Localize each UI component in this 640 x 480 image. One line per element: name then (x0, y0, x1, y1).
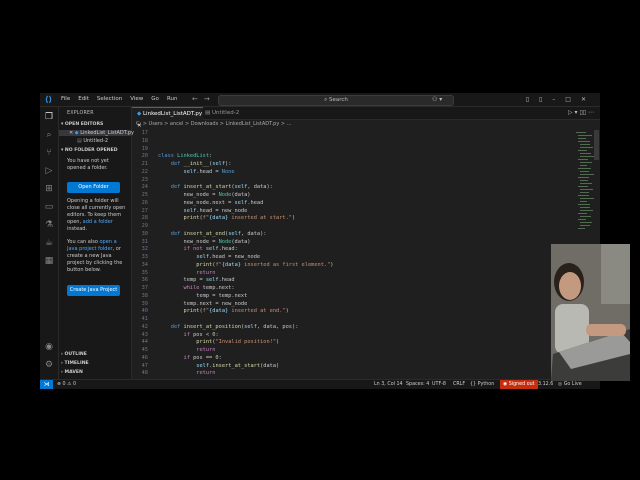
tab-linkedlist[interactable]: ◆ LinkedList_ListADT.py ✕ (132, 107, 203, 129)
java-projects-icon[interactable]: ☕ (43, 237, 55, 249)
activity-bar: ❐ ⌕ ⑂ ▷ ⊞ ▭ ⚗ ☕ ▦ ◉ ⚙ (40, 107, 59, 379)
python-version[interactable]: 3.12.6 (538, 380, 553, 389)
vscode-window: ⟨⟩ File Edit Selection View Go Run ←→ ⌕ … (40, 93, 600, 389)
back-arrow-icon[interactable]: ← (192, 95, 204, 103)
forward-arrow-icon[interactable]: → (204, 95, 216, 103)
code-editor[interactable]: 17 18 19 20 class LinkedList: 21 def __in… (132, 130, 578, 379)
explorer-icon[interactable]: ❐ (43, 111, 55, 123)
add-folder-link[interactable]: add a folder (83, 219, 113, 225)
remote-indicator-icon[interactable]: ⋊ (40, 380, 53, 389)
nav-arrows: ←→ (192, 93, 216, 106)
language-mode[interactable]: {} Python (470, 380, 494, 389)
copilot-icon[interactable]: ⚇ ▾ (432, 93, 442, 106)
indentation[interactable]: Spaces: 4 (406, 380, 429, 389)
charts-icon[interactable]: ▦ (43, 255, 55, 267)
signed-out-badge[interactable]: ◉ Signed out (500, 380, 538, 389)
java-hint: You can also open a Java project folder,… (67, 239, 123, 273)
layout-icon[interactable]: ▯▯ (526, 96, 553, 103)
maven-section[interactable]: › MAVEN (61, 370, 83, 375)
minimap[interactable] (576, 130, 594, 250)
search-view-icon[interactable]: ⌕ (43, 129, 55, 141)
window-controls: ▯▯–□✕ (526, 93, 596, 106)
webcam-overlay (551, 244, 630, 381)
webcam-person-image (551, 244, 630, 381)
menu-go[interactable]: Go (147, 93, 163, 106)
editor-scrollbar[interactable] (594, 130, 599, 160)
line-endings[interactable]: CRLF (453, 380, 465, 389)
status-bar: ⋊ ⊗ 0 ⚠ 0 Ln 3, Col 14 Spaces: 4 UTF-8 C… (40, 379, 600, 389)
cursor-position[interactable]: Ln 3, Col 14 (374, 380, 403, 389)
menu-selection[interactable]: Selection (93, 93, 126, 106)
account-icon[interactable]: ◉ (43, 341, 55, 353)
folder-hint: Opening a folder will close all currentl… (67, 198, 126, 232)
vscode-logo-icon: ⟨⟩ (44, 95, 53, 104)
timeline-section[interactable]: › TIMELINE (61, 361, 89, 366)
command-center-search[interactable]: ⌕ Search (218, 95, 454, 106)
no-folder-message: You have not yet opened a folder. (67, 158, 109, 171)
explorer-sidebar: EXPLORER ▾ OPEN EDITORS ✕ ◆ LinkedList_L… (59, 107, 134, 379)
go-live-button[interactable]: ◎ Go Live (558, 380, 582, 389)
title-bar: ⟨⟩ File Edit Selection View Go Run ←→ ⌕ … (40, 93, 600, 107)
problems-indicator[interactable]: ⊗ 0 ⚠ 0 (57, 380, 76, 389)
extensions-icon[interactable]: ⊞ (43, 183, 55, 195)
open-editors-section[interactable]: ▾ OPEN EDITORS (61, 122, 103, 127)
testing-icon[interactable]: ⚗ (43, 219, 55, 231)
split-editor-icon[interactable]: ▯▯ (579, 109, 586, 116)
menu-view[interactable]: View (126, 93, 147, 106)
editor-actions: ▷ ▾ ▯▯ ⋯ (568, 107, 594, 119)
menu-bar: File Edit Selection View Go Run (57, 93, 181, 106)
run-file-icon[interactable]: ▷ ▾ (568, 109, 578, 116)
editor-tabs: ◆ LinkedList_ListADT.py ✕ ▤ Untitled-2 ▷… (132, 107, 600, 129)
file-encoding[interactable]: UTF-8 (432, 380, 446, 389)
more-actions-icon[interactable]: ⋯ (588, 109, 594, 116)
close-icon[interactable]: ✕ (581, 96, 596, 103)
maximize-icon[interactable]: □ (565, 96, 581, 103)
create-java-project-button[interactable]: Create Java Project (67, 285, 120, 296)
open-editor-untitled[interactable]: ▤ Untitled-2 (77, 138, 108, 144)
source-control-icon[interactable]: ⑂ (43, 147, 55, 159)
explorer-header: EXPLORER (67, 111, 94, 116)
menu-run[interactable]: Run (163, 93, 182, 106)
settings-gear-icon[interactable]: ⚙ (43, 359, 55, 371)
minimize-icon[interactable]: – (552, 96, 565, 103)
menu-file[interactable]: File (57, 93, 74, 106)
no-folder-section[interactable]: ▾ NO FOLDER OPENED (61, 148, 118, 153)
file-icon: ▤ (205, 110, 212, 116)
menu-edit[interactable]: Edit (74, 93, 93, 106)
run-debug-icon[interactable]: ▷ (43, 165, 55, 177)
open-folder-button[interactable]: Open Folder (67, 182, 120, 193)
search-placeholder: Search (328, 97, 348, 103)
outline-section[interactable]: › OUTLINE (61, 352, 87, 357)
remote-explorer-icon[interactable]: ▭ (43, 201, 55, 213)
open-editor-linkedlist[interactable]: ✕ ◆ LinkedList_ListADT.py (59, 130, 134, 136)
tab-untitled[interactable]: ▤ Untitled-2 (200, 107, 255, 119)
braces-icon: {} (470, 382, 478, 387)
breadcrumb[interactable]: C: > Users > ancel > Downloads > LinkedL… (132, 120, 600, 129)
